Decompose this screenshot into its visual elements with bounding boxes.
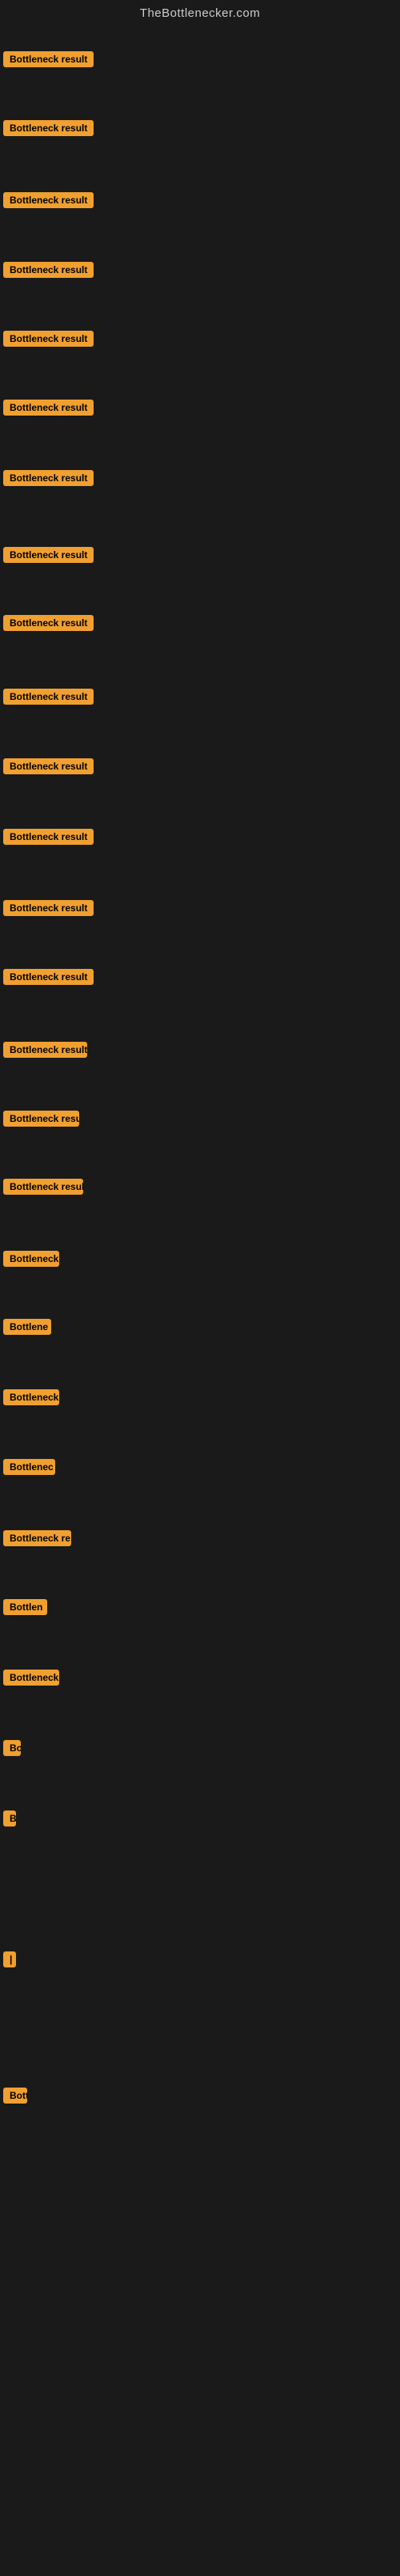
bottleneck-badge: Bo — [3, 1740, 21, 1756]
bottleneck-badge: Bottleneck result — [3, 331, 94, 347]
bottleneck-result-item[interactable]: Bottlene — [3, 1319, 51, 1339]
bottleneck-result-item[interactable]: Bottleneck — [3, 1389, 59, 1409]
bottleneck-result-item[interactable]: Bottleneck resu — [3, 1111, 79, 1131]
bottleneck-badge: Bottlene — [3, 1319, 51, 1335]
bottleneck-result-item[interactable]: Bottleneck — [3, 1670, 59, 1690]
bottleneck-result-item[interactable]: Bottleneck — [3, 1251, 59, 1271]
bottleneck-badge: Bottleneck result — [3, 758, 94, 774]
bottleneck-result-item[interactable]: Bottleneck result — [3, 615, 94, 635]
bottleneck-result-item[interactable]: | — [3, 1951, 16, 1971]
bottleneck-result-item[interactable]: Bottleneck re — [3, 1530, 71, 1550]
bottleneck-result-item[interactable]: Bottlen — [3, 1599, 47, 1619]
bottleneck-badge: Bottleneck result — [3, 547, 94, 563]
bottleneck-badge: Bottleneck result — [3, 1042, 87, 1058]
bottleneck-badge: Bottleneck — [3, 1389, 59, 1405]
bottleneck-result-item[interactable]: Bottlenec — [3, 1459, 55, 1479]
bottleneck-result-item[interactable]: Bott — [3, 2088, 27, 2108]
bottleneck-badge: Bottlenec — [3, 1459, 55, 1475]
bottleneck-badge: Bottleneck result — [3, 192, 94, 208]
bottleneck-result-item[interactable]: Bottleneck result — [3, 1042, 87, 1062]
site-header: TheBottlenecker.com — [0, 0, 400, 23]
bottleneck-badge: Bottleneck resul — [3, 1179, 83, 1195]
bottleneck-result-item[interactable]: Bottleneck result — [3, 51, 94, 71]
bottleneck-result-item[interactable]: Bottleneck result — [3, 969, 94, 989]
bottleneck-badge: Bottleneck result — [3, 829, 94, 845]
bottleneck-result-item[interactable]: Bottleneck result — [3, 120, 94, 140]
bottleneck-badge: Bottleneck result — [3, 689, 94, 705]
bottleneck-badge: Bottleneck — [3, 1251, 59, 1267]
bottleneck-result-item[interactable]: Bottleneck result — [3, 689, 94, 709]
bottleneck-result-item[interactable]: Bottleneck result — [3, 758, 94, 778]
bottleneck-result-item[interactable]: Bottleneck result — [3, 829, 94, 849]
bottleneck-badge: B — [3, 1810, 16, 1827]
bottleneck-badge: Bottleneck result — [3, 400, 94, 416]
bottleneck-badge: Bottleneck result — [3, 615, 94, 631]
bottleneck-result-item[interactable]: B — [3, 1810, 16, 1831]
bottleneck-badge: Bottleneck result — [3, 470, 94, 486]
bottleneck-badge: Bottleneck result — [3, 262, 94, 278]
bottleneck-badge: Bottleneck re — [3, 1530, 71, 1546]
bottleneck-badge: Bott — [3, 2088, 27, 2104]
bottleneck-badge: Bottleneck result — [3, 120, 94, 136]
bottleneck-badge: Bottleneck result — [3, 900, 94, 916]
bottleneck-badge: Bottleneck result — [3, 969, 94, 985]
bottleneck-result-item[interactable]: Bottleneck result — [3, 900, 94, 920]
bottleneck-result-item[interactable]: Bottleneck result — [3, 547, 94, 567]
bottleneck-badge: Bottleneck resu — [3, 1111, 79, 1127]
bottleneck-badge: Bottleneck — [3, 1670, 59, 1686]
bottleneck-result-item[interactable]: Bottleneck result — [3, 400, 94, 420]
bottleneck-badge: Bottleneck result — [3, 51, 94, 67]
bottleneck-result-item[interactable]: Bottleneck resul — [3, 1179, 83, 1199]
bottleneck-result-item[interactable]: Bottleneck result — [3, 331, 94, 351]
bottleneck-result-item[interactable]: Bo — [3, 1740, 21, 1760]
bottleneck-result-item[interactable]: Bottleneck result — [3, 470, 94, 490]
bottleneck-badge: Bottlen — [3, 1599, 47, 1615]
bottleneck-result-item[interactable]: Bottleneck result — [3, 192, 94, 212]
bottleneck-badge: | — [3, 1951, 16, 1967]
bottleneck-result-item[interactable]: Bottleneck result — [3, 262, 94, 282]
